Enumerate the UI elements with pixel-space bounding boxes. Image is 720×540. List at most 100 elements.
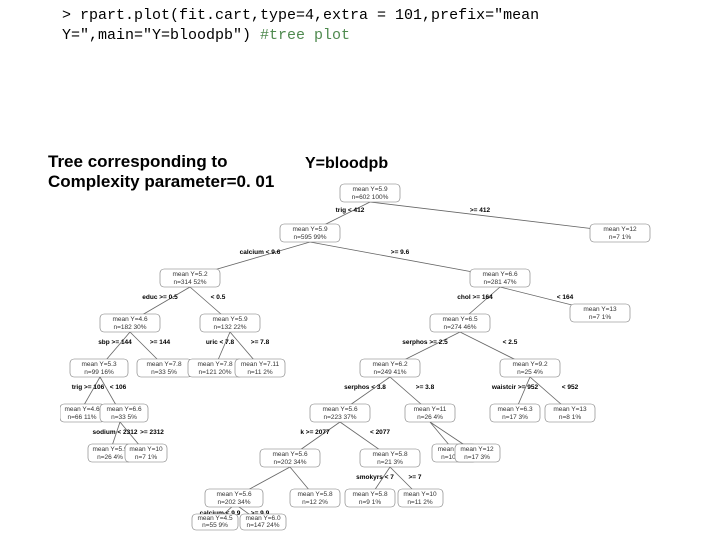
svg-text:mean Y=5.8: mean Y=5.8 xyxy=(352,491,388,498)
svg-text:waistcir >= 952: waistcir >= 952 xyxy=(491,384,539,391)
svg-text:>= 9.6: >= 9.6 xyxy=(391,249,410,256)
svg-text:k >= 2077: k >= 2077 xyxy=(300,429,330,436)
svg-text:mean Y=5.9: mean Y=5.9 xyxy=(292,226,328,233)
svg-text:n=11 2%: n=11 2% xyxy=(247,369,273,376)
node-n5: mean Y=6.6 n=281 47% chol >= 164 < 164 xyxy=(457,269,573,301)
node-n8: mean Y=4.6 n=182 30% sbp >= 144 >= 144 xyxy=(98,314,170,346)
svg-text:< 952: < 952 xyxy=(562,384,579,391)
svg-text:n=7 1%: n=7 1% xyxy=(589,314,611,321)
svg-text:chol >= 164: chol >= 164 xyxy=(457,294,493,301)
svg-text:< 0.5: < 0.5 xyxy=(211,294,226,301)
svg-text:>= 7: >= 7 xyxy=(408,474,421,481)
code-line-1: > rpart.plot(fit.cart,type=4,extra = 101… xyxy=(62,7,539,24)
node-n33: mean Y=6.6 n=33 5% sodium < 2312 >= 2312 xyxy=(93,404,165,436)
svg-text:mean Y=4.5: mean Y=4.5 xyxy=(197,515,233,522)
svg-text:n=33 5%: n=33 5% xyxy=(151,369,177,376)
node-n161p: mean Y=5.8 n=12 2% xyxy=(290,489,340,507)
node-n41: mean Y=11 n=26 4% xyxy=(405,404,455,422)
node-n11: mean Y=13 n=7 1% xyxy=(570,304,630,322)
node-root: mean Y=5.9 n=602 100% trig < 412 >= 412 xyxy=(336,184,491,214)
svg-text:trig >= 106: trig >= 106 xyxy=(72,384,105,391)
code-line-2a: Y=",main="Y=bloodpb") xyxy=(62,27,260,44)
svg-text:n=314 52%: n=314 52% xyxy=(173,279,206,286)
svg-text:n=121 20%: n=121 20% xyxy=(198,369,231,376)
node-n3: mean Y=12 n=7 1% xyxy=(590,224,650,242)
decision-tree-plot: mean Y=5.9 n=602 100% trig < 412 >= 412 … xyxy=(60,182,700,532)
svg-text:mean Y=12: mean Y=12 xyxy=(603,226,637,233)
svg-text:mean Y=6.3: mean Y=6.3 xyxy=(497,406,533,413)
svg-text:mean Y=4.6: mean Y=4.6 xyxy=(64,406,100,413)
svg-text:mean Y=11: mean Y=11 xyxy=(414,406,447,413)
svg-text:serphos < 3.8: serphos < 3.8 xyxy=(344,384,386,391)
svg-text:mean Y=9.2: mean Y=9.2 xyxy=(512,361,548,368)
node-n2: mean Y=5.9 n=595 99% calcium < 9.6 >= 9.… xyxy=(240,224,410,256)
svg-text:>= 7.8: >= 7.8 xyxy=(251,339,270,346)
svg-text:mean Y=6.0: mean Y=6.0 xyxy=(245,515,281,522)
svg-text:mean Y=13: mean Y=13 xyxy=(583,306,617,313)
svg-text:mean Y=7.8: mean Y=7.8 xyxy=(146,361,182,368)
svg-text:n=182 30%: n=182 30% xyxy=(113,324,146,331)
svg-text:mean Y=6.2: mean Y=6.2 xyxy=(372,361,408,368)
svg-text:mean Y=5.6: mean Y=5.6 xyxy=(216,491,252,498)
svg-text:n=595 99%: n=595 99% xyxy=(293,234,326,241)
node-n83: mean Y=12 n=17 3% xyxy=(455,444,500,462)
svg-text:mean Y=5.9: mean Y=5.9 xyxy=(92,446,128,453)
svg-text:n=33 5%: n=33 5% xyxy=(111,414,137,421)
node-n16: mean Y=5.3 n=99 16% trig >= 106 < 106 xyxy=(70,359,128,391)
node-n32: mean Y=4.6 n=66 11% xyxy=(60,404,105,422)
node-n4: mean Y=5.2 n=314 52% educ >= 0.5 < 0.5 xyxy=(142,269,225,301)
node-n160: mean Y=4.5 n=55 9% xyxy=(192,514,238,530)
svg-text:mean Y=5.9: mean Y=5.9 xyxy=(352,186,388,193)
svg-text:>= 144: >= 144 xyxy=(150,339,171,346)
svg-text:< 2.5: < 2.5 xyxy=(503,339,518,346)
svg-text:mean Y=5.8: mean Y=5.8 xyxy=(372,451,408,458)
node-n161: mean Y=6.0 n=147 24% xyxy=(240,514,286,530)
svg-text:mean Y=12: mean Y=12 xyxy=(460,446,494,453)
svg-text:mean Y=5.6: mean Y=5.6 xyxy=(322,406,358,413)
svg-text:n=249 41%: n=249 41% xyxy=(373,369,406,376)
svg-text:n=17 3%: n=17 3% xyxy=(502,414,528,421)
svg-text:n=21 3%: n=21 3% xyxy=(377,459,403,466)
svg-text:n=7 1%: n=7 1% xyxy=(135,454,157,461)
svg-text:n=12 2%: n=12 2% xyxy=(302,499,328,506)
node-n21: mean Y=9.2 n=25 4% waistcir >= 952 < 952 xyxy=(491,359,579,391)
svg-text:n=17 3%: n=17 3% xyxy=(464,454,490,461)
svg-text:< 2077: < 2077 xyxy=(370,429,390,436)
node-n10: mean Y=6.5 n=274 46% serphos >= 2.5 < 2.… xyxy=(402,314,517,346)
svg-text:educ >= 0.5: educ >= 0.5 xyxy=(142,294,178,301)
svg-text:n=11 2%: n=11 2% xyxy=(407,499,433,506)
code-block: > rpart.plot(fit.cart,type=4,extra = 101… xyxy=(62,6,539,47)
svg-text:n=7 1%: n=7 1% xyxy=(609,234,631,241)
svg-text:n=25 4%: n=25 4% xyxy=(517,369,543,376)
svg-text:calcium < 9.6: calcium < 9.6 xyxy=(240,249,281,256)
svg-text:n=26 4%: n=26 4% xyxy=(417,414,443,421)
svg-text:n=26 4%: n=26 4% xyxy=(97,454,123,461)
node-n67: mean Y=10 n=7 1% xyxy=(125,444,167,462)
svg-text:mean Y=7.8: mean Y=7.8 xyxy=(197,361,233,368)
node-n40: mean Y=5.6 n=223 37% k >= 2077 < 2077 xyxy=(300,404,390,436)
svg-text:n=147 24%: n=147 24% xyxy=(246,522,279,529)
code-comment: #tree plot xyxy=(260,27,350,44)
svg-text:smokyrs < 7: smokyrs < 7 xyxy=(356,474,394,481)
svg-text:n=8 1%: n=8 1% xyxy=(559,414,581,421)
svg-text:mean Y=4.6: mean Y=4.6 xyxy=(112,316,148,323)
svg-text:sbp >= 144: sbp >= 144 xyxy=(98,339,132,346)
svg-text:>= 2312: >= 2312 xyxy=(140,429,164,436)
node-n17: mean Y=7.8 n=33 5% xyxy=(137,359,192,377)
svg-text:>= 412: >= 412 xyxy=(470,207,491,214)
svg-text:mean Y=5.9: mean Y=5.9 xyxy=(212,316,248,323)
svg-text:uric < 7.8: uric < 7.8 xyxy=(206,339,235,346)
node-n9: mean Y=5.9 n=132 22% uric < 7.8 >= 7.8 xyxy=(200,314,270,346)
svg-text:n=202 34%: n=202 34% xyxy=(273,459,306,466)
svg-text:serphos >= 2.5: serphos >= 2.5 xyxy=(402,339,448,346)
svg-text:n=66 11%: n=66 11% xyxy=(68,414,97,421)
svg-text:n=55 9%: n=55 9% xyxy=(202,522,228,529)
svg-text:n=281 47%: n=281 47% xyxy=(483,279,516,286)
svg-text:mean Y=5.6: mean Y=5.6 xyxy=(272,451,308,458)
svg-text:< 164: < 164 xyxy=(557,294,574,301)
svg-text:mean Y=6.5: mean Y=6.5 xyxy=(442,316,478,323)
chart-title: Y=bloodpb xyxy=(305,155,388,173)
svg-text:mean Y=10: mean Y=10 xyxy=(403,491,437,498)
svg-text:n=602 100%: n=602 100% xyxy=(352,194,389,201)
svg-text:mean Y=6.6: mean Y=6.6 xyxy=(106,406,142,413)
